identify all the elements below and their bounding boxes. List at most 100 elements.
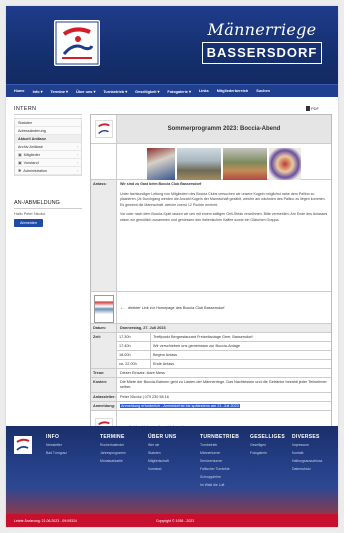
footer-col-termine: TERMINE Rocherhalender Jahresprogramm Mo… xyxy=(100,434,148,467)
nav-suchen[interactable]: Suchen xyxy=(256,89,270,93)
nav-info[interactable]: Info ▾ xyxy=(33,89,43,94)
sidebar-item-vorstand[interactable]: ▣ Vorstand › xyxy=(15,159,81,167)
nav-home[interactable]: Home xyxy=(14,89,25,93)
login-greeting: Hallo Peter Nicolui xyxy=(14,212,46,216)
footer-link[interactable]: Jahresprogramm xyxy=(100,451,148,455)
sidebar-item-aktuell-anlaesse[interactable]: Aktuell Anlässe xyxy=(15,135,81,143)
footer-link[interactable]: Faltischer Turnlekte xyxy=(200,467,248,471)
description-paragraph: Vor oder nach dem Boccia-Spiel lassen wi… xyxy=(120,212,328,222)
nav-turnbetrieb[interactable]: Turnbetrieb ▾ xyxy=(103,89,127,94)
gymnast-logo-icon xyxy=(55,21,99,65)
photo-row xyxy=(91,144,331,180)
main-nav: Home Info ▾ Termine ▾ Über uns ▾ Turnbet… xyxy=(6,84,338,97)
schedule-item: 18.00h Beginn Anlass xyxy=(117,351,331,360)
sidebar-title: INTERN xyxy=(14,106,82,115)
footer-col-info: INFO Newsletter Bad Turngusz xyxy=(46,434,94,459)
footer-link[interactable]: Turnbetrieb xyxy=(200,443,248,447)
footer-link[interactable]: Wer wir xyxy=(148,443,196,447)
footer-link[interactable]: Mitgliedschaft xyxy=(148,459,196,463)
group-icon: ▣ xyxy=(18,161,22,165)
nav-mitgliederbereich[interactable]: Mitgliederbereich xyxy=(217,89,248,93)
footer-logo[interactable] xyxy=(14,436,32,454)
footer-link[interactable]: Rocherhalender xyxy=(100,443,148,447)
label-anlass: Anlass: xyxy=(91,180,117,291)
footer-link[interactable]: Datenschutz xyxy=(292,467,336,471)
schedule-item: ca. 22.00h Ende Anlass xyxy=(119,360,175,368)
sidebar-item-statuten[interactable]: Statuten xyxy=(15,119,81,127)
footer-col-diverses: DIVERSES Impressum Kontakt Haftungsaussc… xyxy=(292,434,336,475)
footer-col-ueber-uns: ÜBER UNS Wer wir Statuten Mitgliedschaft… xyxy=(148,434,196,475)
gear-icon: ✱ xyxy=(18,169,22,173)
costs-row: Kosten: Die Miete der Boccia-Bahnen geht… xyxy=(91,378,331,393)
bottom-bar: Letzte Änderung: 21.06.2023 - 09:09324 C… xyxy=(6,514,338,527)
schedule-row: Zeit: 17.30h Treffpunkt Bergrestaurant Fr… xyxy=(91,333,331,369)
sidebar: INTERN Statuten Adressänderung Aktuell A… xyxy=(14,106,82,227)
club-logo[interactable] xyxy=(54,20,100,66)
event-date: Donnerstag, 27. Juli 2023 xyxy=(117,324,331,332)
sidebar-menu: Statuten Adressänderung Aktuell Anlässe … xyxy=(14,118,82,176)
sidebar-item-administration[interactable]: ✱ Administration › xyxy=(15,167,81,175)
footer-link[interactable]: Fotogalerie xyxy=(250,451,298,455)
footer-col-geselliges: GESELLIGES Geselligen Fotogalerie xyxy=(250,434,298,459)
chevron-right-icon: › xyxy=(76,152,78,157)
site-header: Männerriege BASSERSDORF xyxy=(6,6,338,84)
date-row: Datum: Donnerstag, 27. Juli 2023 xyxy=(91,324,331,333)
sidebar-item-mitglieder[interactable]: ▣ Mitglieder › xyxy=(15,151,81,159)
club-logo-small xyxy=(94,120,113,138)
footer-link[interactable]: Vorstand xyxy=(148,467,196,471)
description-title: Wir sind zu Gast beim Boccia Club Basser… xyxy=(120,182,202,186)
event-title: Sommerprogramm 2023: Boccia-Abend xyxy=(117,115,331,143)
description-paragraph: Unter fachkundiger Leitung von Mitgliede… xyxy=(120,191,326,207)
event-photo[interactable] xyxy=(223,148,267,180)
page: Männerriege BASSERSDORF Home Info ▾ Term… xyxy=(6,6,338,527)
footer-link[interactable]: Statuten xyxy=(148,451,196,455)
chevron-right-icon: › xyxy=(76,144,78,149)
user-icon: ▣ xyxy=(18,153,22,157)
homepage-link-row: ← direkter Link zur Homepage des Boccia C… xyxy=(91,292,331,324)
footer-link[interactable]: Impressum xyxy=(292,443,336,447)
nav-fotogalerie[interactable]: Fotogalerie ▾ xyxy=(167,89,190,94)
site-title-script: Männerriege xyxy=(207,20,317,39)
footer-link[interactable]: Bad Turngusz xyxy=(46,451,94,455)
pdf-link[interactable]: PDF xyxy=(306,106,319,111)
treue-row: Treue: Dieser Einsatz: klare Mess xyxy=(91,369,331,378)
footer-link[interactable]: Haftungsausschluss xyxy=(292,459,336,463)
logout-button[interactable]: Abmelden xyxy=(14,219,44,227)
site-title-box: BASSERSDORF xyxy=(202,42,322,64)
footer-link[interactable]: Monatsaktuelle xyxy=(100,459,148,463)
schedule-item: 17.40h Wir verschieben uns gemeinsam zur … xyxy=(117,342,331,351)
footer-link[interactable]: Schnupplehre xyxy=(200,475,248,479)
homepage-link[interactable]: ← direkter Link zur Homepage des Boccia C… xyxy=(120,294,328,321)
registration-deadline: Anmeldung erforderlich - Anmeldefrist bi… xyxy=(120,404,240,408)
chevron-right-icon: › xyxy=(76,160,78,165)
flyer-thumbnail[interactable] xyxy=(94,295,114,323)
event-photo[interactable] xyxy=(269,148,301,180)
footer-link[interactable]: Kontakt xyxy=(292,451,336,455)
footer-col-turnbetrieb: TURNBETRIEB Turnbetrieb Männerturner Sen… xyxy=(200,434,248,491)
nav-termine[interactable]: Termine ▾ xyxy=(50,89,67,94)
sidebar-item-archiv-anlaesse[interactable]: Archiv Anlässe › xyxy=(15,143,81,151)
footer-link[interactable]: Männerturner xyxy=(200,451,248,455)
chevron-right-icon: › xyxy=(76,168,78,173)
site-footer: INFO Newsletter Bad Turngusz TERMINE Roc… xyxy=(6,426,338,514)
footer-link[interactable]: Newsletter xyxy=(46,443,94,447)
footer-link[interactable]: Im Wald die Luft xyxy=(200,483,248,487)
last-modified: Letzte Änderung: 21.06.2023 - 09:09324 xyxy=(14,518,77,523)
event-title-row: Sommerprogramm 2023: Boccia-Abend xyxy=(91,115,331,144)
nav-geselligkeit[interactable]: Geselligkeit ▾ xyxy=(135,89,159,94)
nav-ueber-uns[interactable]: Über uns ▾ xyxy=(76,89,95,94)
footer-link[interactable]: Seniorenturner xyxy=(200,459,248,463)
event-photo[interactable] xyxy=(177,148,221,180)
description-row: Anlass: Wir sind zu Gast beim Boccia Clu… xyxy=(91,180,331,292)
schedule-item: 17.30h Treffpunkt Bergrestaurant Freizeit… xyxy=(117,333,331,342)
nav-links[interactable]: Links xyxy=(199,89,209,93)
sidebar-item-adressaenderung[interactable]: Adressänderung xyxy=(15,127,81,135)
arrow-left-icon: ← xyxy=(120,304,125,311)
footer-link[interactable]: Geselligen xyxy=(250,443,298,447)
pdf-icon xyxy=(306,106,310,111)
event-photo[interactable] xyxy=(147,148,175,180)
event-table: Sommerprogramm 2023: Boccia-Abend Anlass… xyxy=(90,114,332,444)
login-title: AN-/ABMELDUNG xyxy=(14,200,82,209)
registration-row: Anmeldung: Anmeldung erforderlich - Anme… xyxy=(91,402,331,411)
copyright: Copyright © 1938 - 2023 xyxy=(156,518,195,523)
